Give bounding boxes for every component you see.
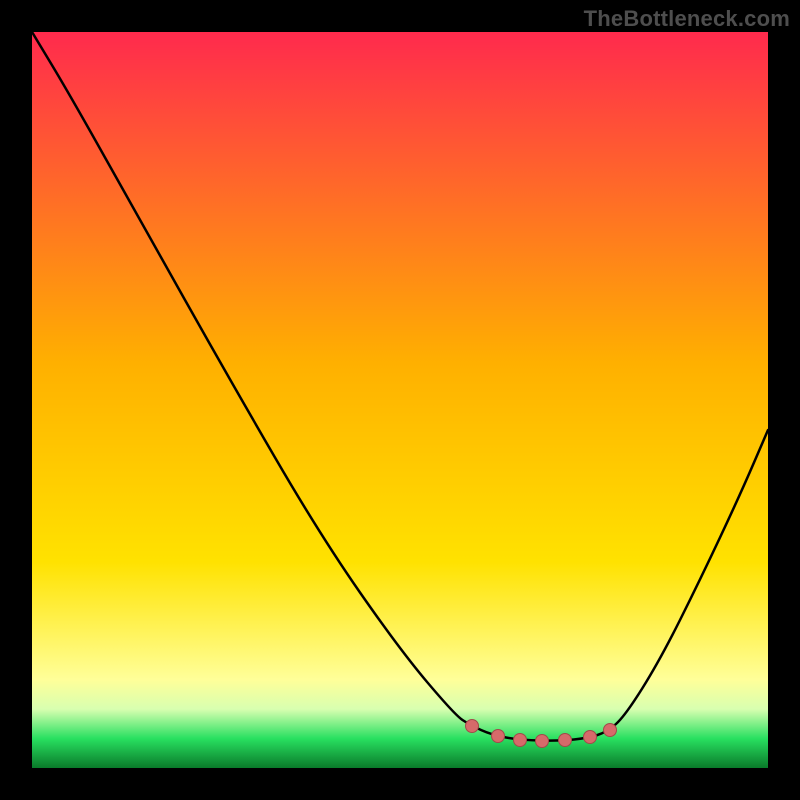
marker-dot [514, 734, 527, 747]
chart-svg [0, 0, 800, 800]
marker-dot [584, 731, 597, 744]
marker-dot [536, 735, 549, 748]
marker-dot [604, 724, 617, 737]
marker-dot [492, 730, 505, 743]
marker-dot [466, 720, 479, 733]
chart-stage: TheBottleneck.com [0, 0, 800, 800]
watermark-text: TheBottleneck.com [584, 6, 790, 32]
marker-dot [559, 734, 572, 747]
plot-background [32, 32, 768, 768]
